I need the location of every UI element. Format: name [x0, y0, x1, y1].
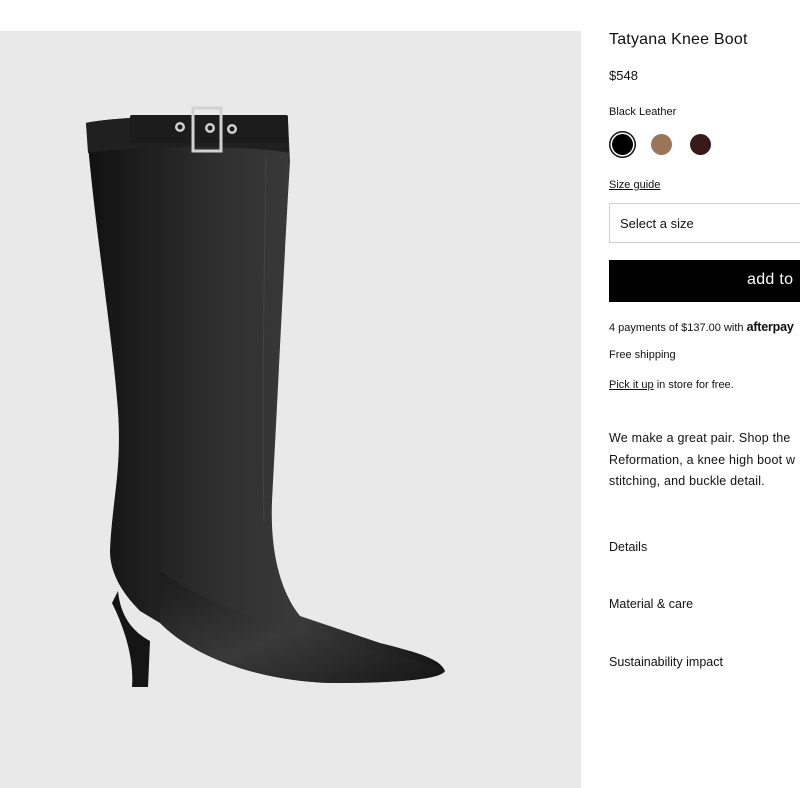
description-line: Reformation, a knee high boot w: [609, 452, 796, 467]
boot-illustration: [86, 106, 445, 687]
size-select[interactable]: Select a size: [609, 203, 800, 243]
pickup-text: in store for free.: [653, 379, 734, 391]
add-to-bag-button[interactable]: add to: [609, 260, 800, 302]
swatch-tan[interactable]: [648, 131, 675, 158]
product-title: Tatyana Knee Boot: [609, 31, 748, 48]
pickup-info: Pick it up in store for free.: [609, 379, 734, 391]
accordion-material-care[interactable]: Material & care: [609, 597, 693, 611]
product-image[interactable]: [0, 31, 581, 788]
payments-info: 4 payments of $137.00 with afterpay: [609, 320, 794, 334]
swatch-dark-brown[interactable]: [687, 131, 714, 158]
selected-color-name: Black Leather: [609, 106, 677, 118]
free-shipping-text: Free shipping: [609, 349, 676, 361]
description-line: stitching, and buckle detail.: [609, 474, 765, 488]
accordion-details[interactable]: Details: [609, 540, 647, 554]
swatch-dark-brown-fill: [690, 134, 711, 155]
swatch-black[interactable]: [609, 131, 636, 158]
product-description: We make a great pair. Shop the Reformati…: [609, 428, 800, 493]
size-guide-link[interactable]: Size guide: [609, 179, 660, 191]
swatch-tan-fill: [651, 134, 672, 155]
swatch-black-fill: [612, 134, 633, 155]
product-info-panel: Tatyana Knee Boot $548 Black Leather Siz…: [609, 0, 800, 788]
description-line: We make a great pair. Shop the: [609, 431, 791, 445]
color-swatches: [609, 131, 714, 158]
afterpay-logo[interactable]: afterpay: [747, 320, 794, 334]
pick-it-up-link[interactable]: Pick it up: [609, 379, 654, 391]
product-price: $548: [609, 68, 638, 83]
payments-text: 4 payments of $137.00 with: [609, 322, 744, 334]
accordion-sustainability[interactable]: Sustainability impact: [609, 655, 723, 669]
